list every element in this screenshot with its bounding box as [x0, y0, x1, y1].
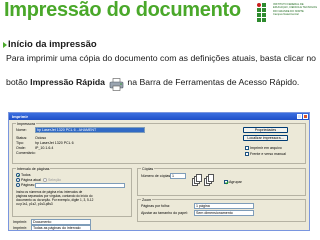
status-label: Status: — [16, 136, 28, 140]
print-select[interactable]: Todas as páginas do intervalo — [31, 225, 91, 230]
copies-label: Número de cópias: — [141, 174, 172, 178]
paragraph-text: na Barra de Ferramentas de Acesso Rápido… — [127, 77, 300, 87]
type-value: hp LaserJet 1320 PCL 6 — [35, 141, 74, 145]
current-page-label: Página atual — [21, 178, 41, 182]
type-label: Tipo: — [16, 141, 24, 145]
help-button[interactable] — [297, 114, 302, 119]
print-label: Imprimir: — [13, 226, 27, 230]
manual-duplex-checkbox[interactable] — [245, 152, 249, 156]
pages-input[interactable] — [35, 182, 125, 188]
collate-checkbox[interactable] — [224, 180, 228, 184]
collate-preview-icon — [192, 174, 222, 189]
copies-spinner[interactable]: 1 — [170, 173, 186, 179]
selection-radio[interactable] — [43, 178, 47, 182]
dialog-titlebar[interactable]: Imprimir — [9, 113, 309, 120]
collate-label: Agrupar — [229, 180, 242, 184]
printer-group: Impressora Nome: hp LaserJet 1320 PCL 6 … — [12, 121, 306, 164]
all-pages-label: Todos — [21, 173, 31, 177]
section-heading: Início da impressão — [8, 39, 97, 50]
zoom-group-label: Zoom — [141, 197, 153, 202]
range-help-text: Insira os números de página e/ou interva… — [16, 190, 94, 206]
page-range-group-label: Intervalo de páginas — [16, 166, 51, 171]
close-button[interactable] — [303, 114, 308, 119]
print-what-label: Imprimir: — [13, 220, 27, 224]
pages-per-sheet-label: Páginas por folha: — [141, 204, 170, 208]
institute-logo: INSTITUTO FEDERAL DE EDUCAÇÃO, CIÊNCIA E… — [257, 2, 317, 26]
name-label: Nome: — [16, 128, 27, 132]
print-to-file-label: Imprimir em arquivo — [250, 146, 282, 150]
quick-print-name: Impressão Rápida — [30, 77, 105, 87]
pages-radio[interactable] — [16, 183, 20, 187]
comment-label: Comentário: — [16, 151, 36, 155]
where-label: Onde: — [16, 146, 26, 150]
zoom-group: Zoom Páginas por folha: 1 página Ajustar… — [137, 197, 306, 222]
logo-line: Campus Natal-Central — [273, 13, 299, 17]
scale-select[interactable]: Sem dimensionamento — [194, 210, 254, 216]
paragraph-text: botão — [6, 77, 31, 87]
properties-button[interactable]: Propriedades — [243, 127, 288, 133]
print-dialog: Imprimir Impressora Nome: hp LaserJet 13… — [8, 112, 310, 231]
status-value: Ocioso — [35, 136, 47, 140]
find-printer-button[interactable]: Localizar impressora... — [243, 135, 288, 141]
current-page-radio[interactable] — [16, 178, 20, 182]
all-pages-radio[interactable] — [16, 173, 20, 177]
printer-group-label: Impressora — [16, 121, 36, 126]
copies-group-label: Cópias — [141, 166, 155, 171]
selection-label: Seleção — [48, 178, 61, 182]
page-range-group: Intervalo de páginas Todos Página atual … — [12, 166, 132, 217]
pages-label: Páginas: — [21, 183, 35, 187]
print-to-file-checkbox[interactable] — [245, 146, 249, 150]
quick-print-icon — [109, 78, 124, 91]
bullet-arrow-icon — [3, 42, 7, 48]
copies-group: Cópias Número de cópias: 1 Agrupar — [137, 166, 306, 196]
logo-mark-icon — [257, 3, 271, 23]
scale-label: Ajustar ao tamanho do papel: — [141, 211, 188, 215]
paragraph-line-1: Para imprimir uma cópia do documento com… — [6, 53, 317, 63]
printer-name-select[interactable]: hp LaserJet 1320 PCL 6 - AHAMENT — [35, 127, 145, 133]
slide-title: Impressão do documento — [4, 0, 241, 21]
dialog-title: Imprimir — [12, 114, 29, 119]
pages-per-sheet-select[interactable]: 1 página — [194, 203, 254, 209]
manual-duplex-label: Frente e verso manual — [250, 152, 286, 156]
paragraph-line-2: botão Impressão Rápida na Barra de Ferra… — [6, 77, 299, 87]
where-value: IP_10.1.6.4 — [35, 146, 54, 150]
